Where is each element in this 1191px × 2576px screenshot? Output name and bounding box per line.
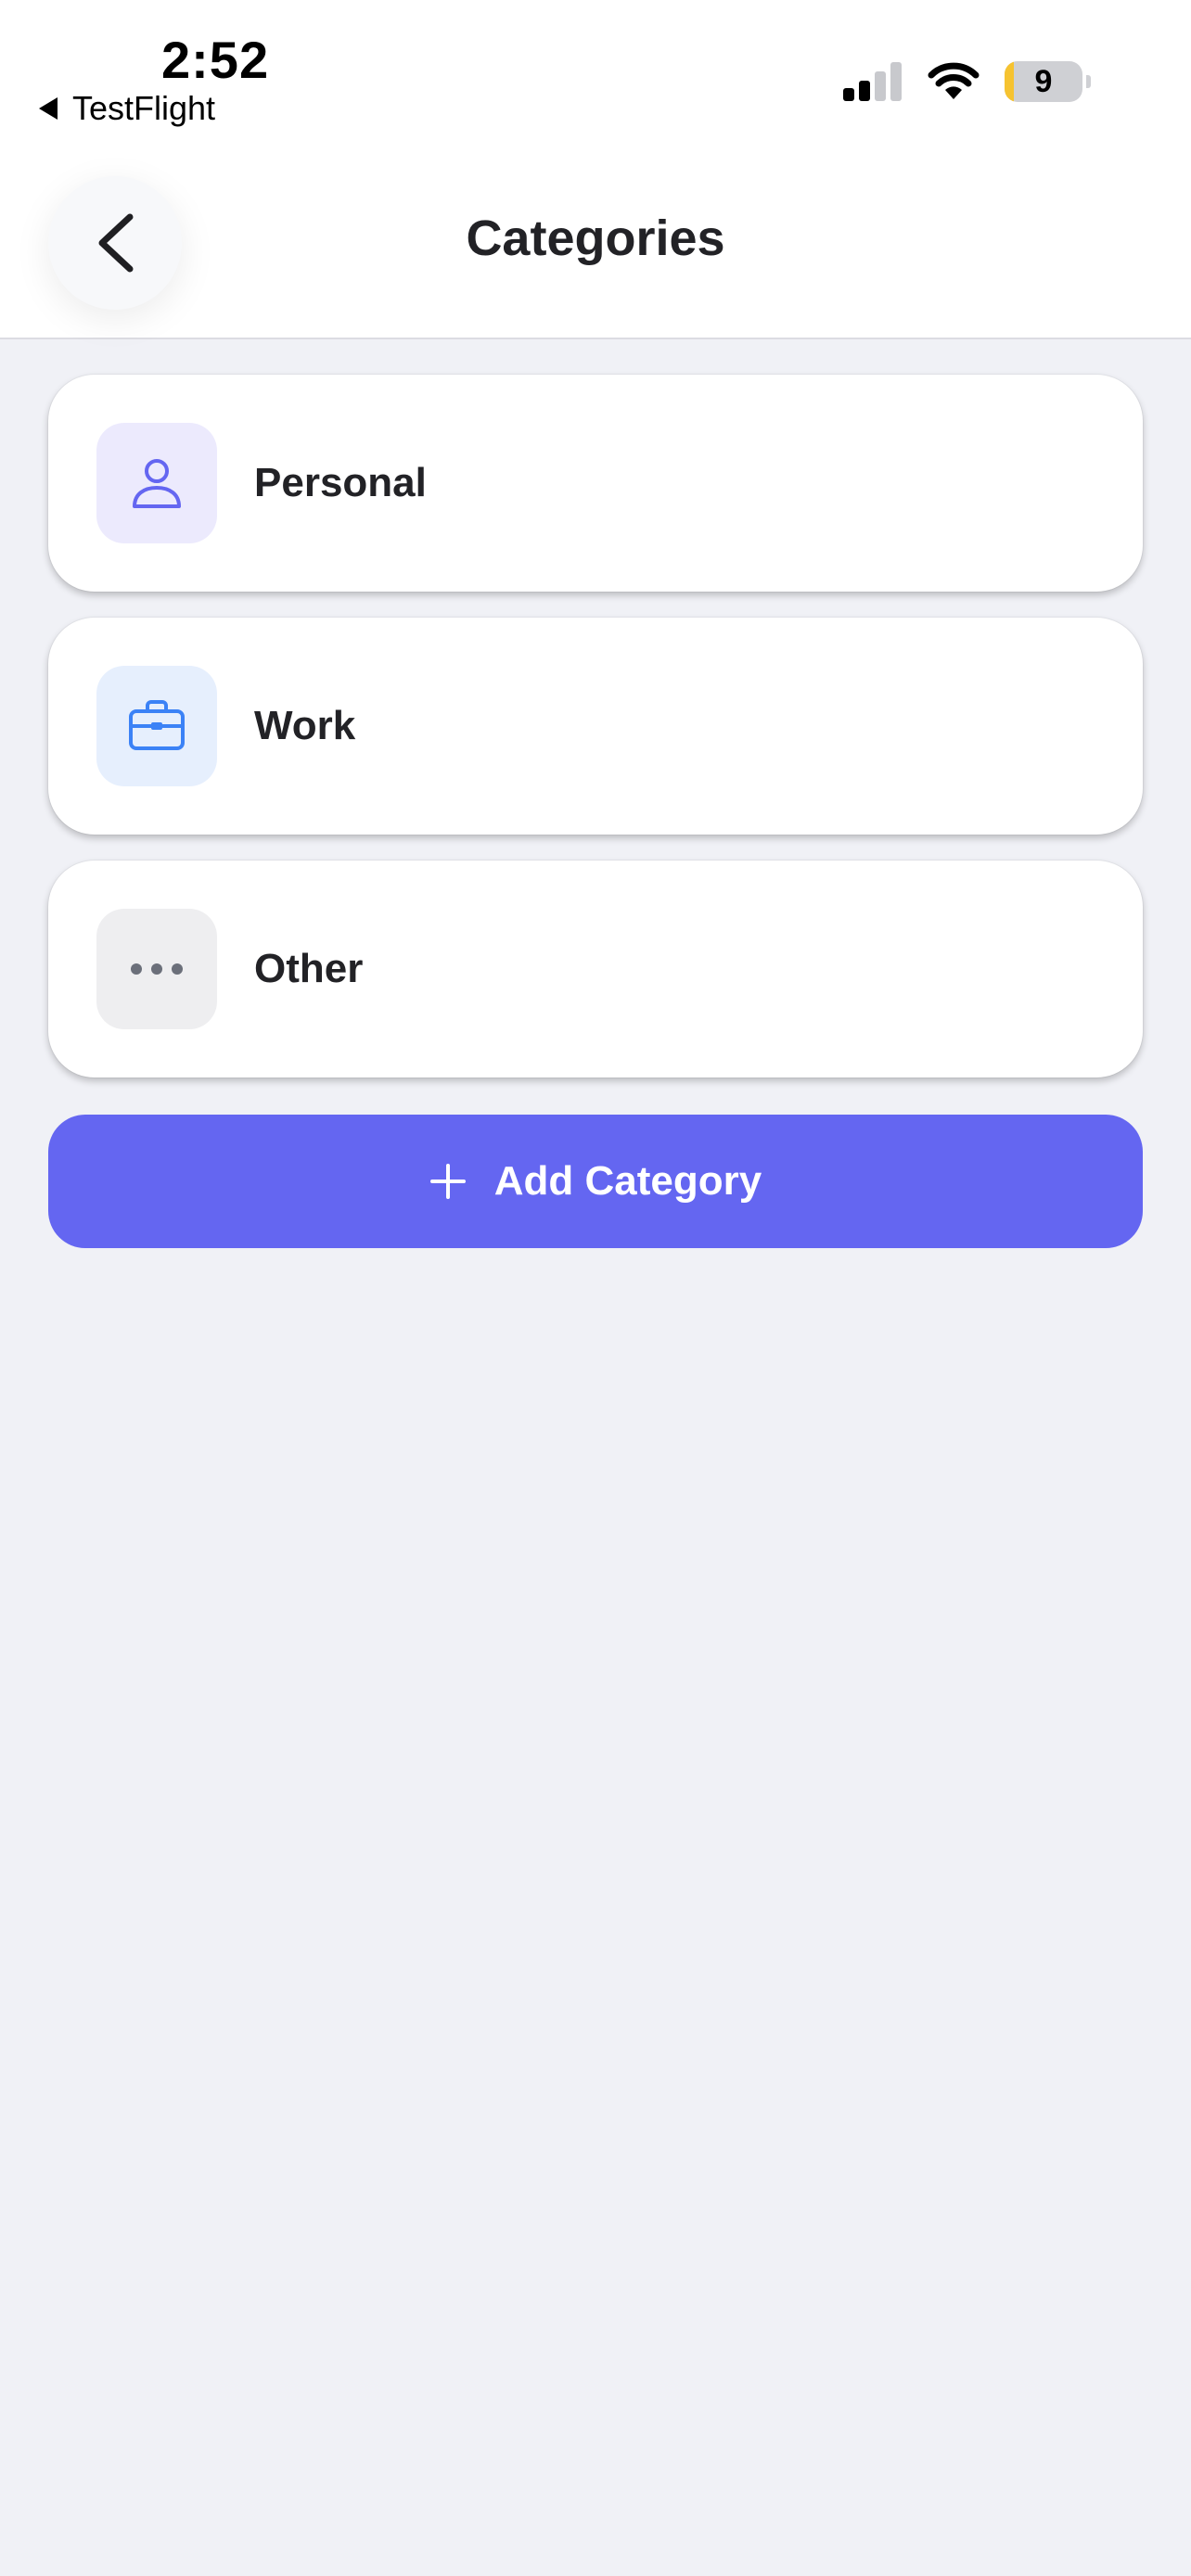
person-icon [133, 459, 181, 508]
battery-percentage: 9 [1034, 63, 1053, 99]
back-triangle-icon [39, 97, 58, 120]
category-icon-tile [96, 909, 217, 1029]
category-label: Other [254, 946, 364, 991]
category-item-other[interactable]: Other [48, 861, 1143, 1078]
category-icon-tile [96, 666, 217, 786]
wifi-icon [928, 62, 980, 99]
category-label: Work [254, 703, 356, 748]
category-item-work[interactable]: Work [48, 618, 1143, 835]
status-back-app-label: TestFlight [72, 89, 216, 127]
top-header: 2:52 TestFlight 9 Categories [0, 0, 1191, 339]
category-item-personal[interactable]: Personal [48, 375, 1143, 592]
page-title: Categories [466, 210, 725, 266]
add-category-button[interactable]: Add Category [48, 1115, 1143, 1248]
category-icon-tile [96, 423, 217, 543]
status-indicators: 9 [843, 61, 1091, 102]
battery-tip [1086, 75, 1091, 88]
status-back-to-app[interactable]: TestFlight [37, 89, 215, 128]
battery-fill [1005, 61, 1015, 102]
more-icon [131, 963, 183, 975]
plus-icon [429, 1164, 466, 1199]
add-category-label: Add Category [493, 1158, 762, 1204]
cellular-signal-icon [843, 62, 902, 101]
battery-indicator: 9 [1005, 61, 1082, 102]
category-label: Personal [254, 460, 427, 505]
status-time: 2:52 [161, 31, 270, 89]
category-list: Personal Work Other [48, 375, 1143, 1103]
briefcase-icon [129, 700, 185, 750]
